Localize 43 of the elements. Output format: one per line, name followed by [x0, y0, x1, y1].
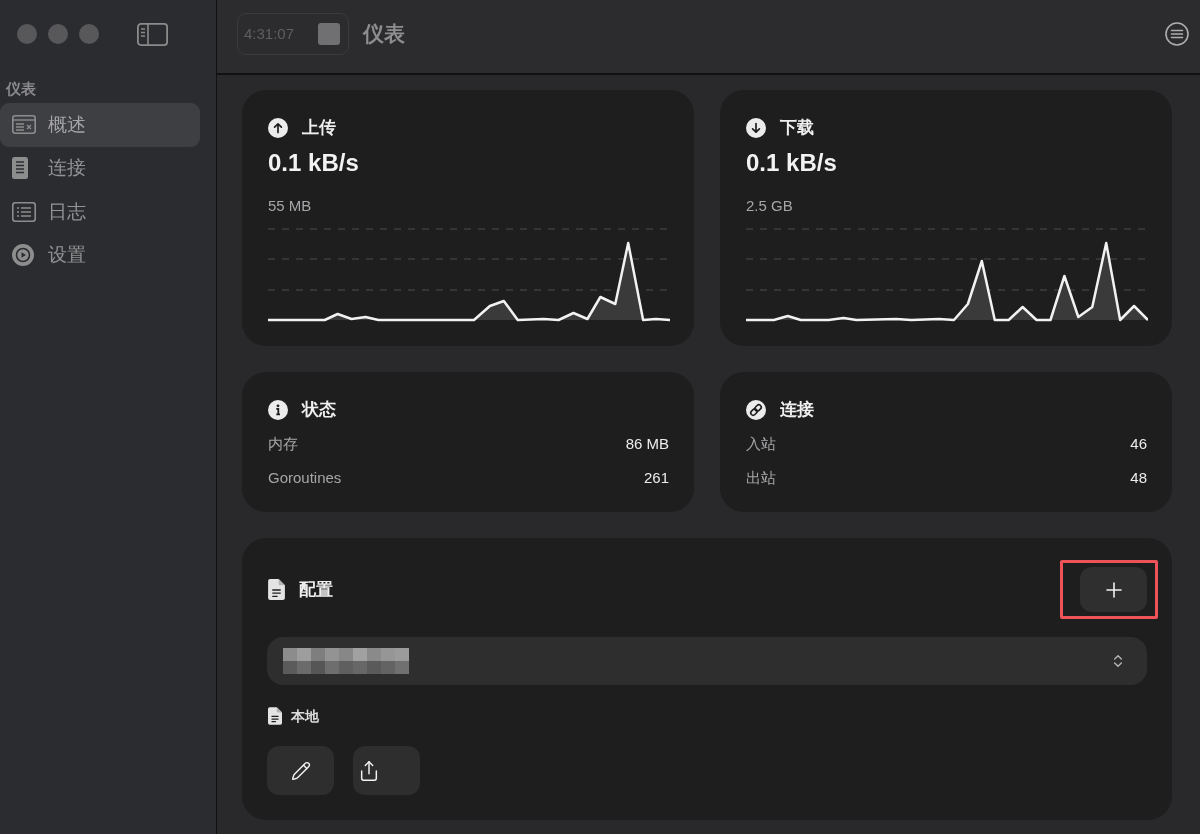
sidebar-toggle-icon[interactable]	[137, 22, 168, 46]
stat-label: Goroutines	[268, 467, 342, 488]
edit-button[interactable]	[267, 746, 334, 795]
stat-label: 入站	[746, 433, 776, 454]
stat-value: 261	[643, 467, 669, 488]
stat-label: 出站	[746, 467, 776, 488]
card-title: 下载	[780, 118, 814, 138]
stat-value: 48	[1130, 467, 1147, 488]
stat-value: 46	[1130, 433, 1147, 454]
pencil-icon	[290, 760, 311, 781]
arrow-down-circle-icon	[746, 118, 766, 138]
sidebar-section-title: 仪表	[6, 79, 37, 98]
source-label: 本地	[291, 707, 319, 725]
card-title: 状态	[302, 400, 336, 420]
menu-icon	[1165, 22, 1189, 46]
window-panel-icon	[12, 115, 36, 135]
sidebar-item[interactable]: 设置	[0, 233, 200, 277]
card-title: 连接	[780, 400, 814, 420]
file-icon	[268, 707, 282, 725]
card-title: 配置	[299, 579, 333, 600]
sidebar-item[interactable]: 概述	[0, 103, 200, 147]
play-circle-icon	[12, 244, 34, 267]
sidebar-item[interactable]: 连接	[0, 146, 200, 190]
rate-value: 0.1 kB/s	[746, 148, 838, 178]
list-icon	[12, 201, 36, 222]
stat-label: 内存	[268, 433, 298, 454]
menu-button[interactable]	[1164, 21, 1190, 47]
rate-value: 0.1 kB/s	[268, 148, 360, 178]
stat-value: 86 MB	[625, 433, 669, 454]
document-icon	[268, 579, 285, 600]
share-icon	[358, 759, 380, 782]
total-value: 55 MB	[268, 196, 313, 216]
document-list-icon	[12, 157, 28, 180]
info-icon	[268, 400, 288, 420]
link-icon	[746, 400, 766, 420]
sidebar-item[interactable]: 日志	[0, 190, 200, 234]
total-value: 2.5 GB	[746, 196, 794, 216]
profile-select[interactable]	[267, 637, 1147, 685]
card-title: 上传	[302, 118, 336, 138]
window-title: 仪表	[363, 21, 405, 47]
stop-icon	[318, 23, 340, 45]
arrow-up-circle-icon	[268, 118, 288, 138]
share-button[interactable]	[353, 746, 420, 795]
